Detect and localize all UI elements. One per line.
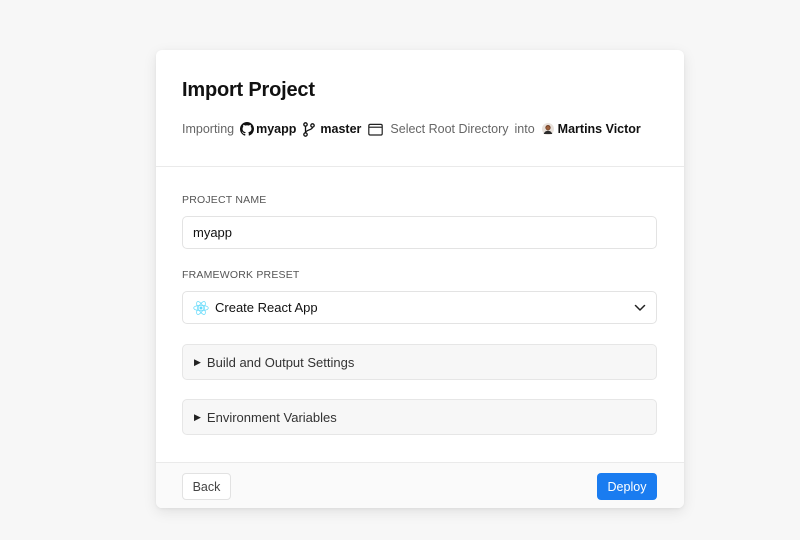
project-name-value: myapp	[193, 225, 233, 240]
importing-prefix: Importing	[182, 122, 235, 136]
triangle-right-icon: ▶	[194, 356, 201, 367]
avatar	[541, 123, 554, 135]
deploy-button[interactable]: Deploy	[597, 473, 657, 500]
github-icon	[240, 122, 255, 136]
dialog-header: Import Project Importing myapp master Se…	[156, 50, 684, 167]
environment-variables-label: Environment Variables	[206, 409, 337, 425]
project-name-label: PROJECT NAME	[182, 194, 267, 206]
environment-variables-toggle[interactable]: ▶ Environment Variables	[182, 399, 657, 435]
chevron-down-icon	[634, 304, 646, 312]
project-name-input[interactable]: myapp	[182, 216, 657, 249]
repo-name[interactable]: myapp	[256, 122, 296, 136]
build-output-settings-label: Build and Output Settings	[206, 354, 355, 370]
react-icon	[193, 300, 209, 316]
dialog-title: Import Project	[182, 79, 315, 101]
folder-icon	[368, 123, 384, 136]
dialog-footer: Back Deploy	[156, 462, 684, 508]
dialog-body: PROJECT NAME myapp FRAMEWORK PRESET Crea…	[156, 167, 684, 462]
branch-name[interactable]: master	[320, 122, 361, 136]
git-branch-icon	[302, 121, 316, 137]
framework-preset-value: Create React App	[215, 300, 318, 315]
framework-preset-select[interactable]: Create React App	[182, 291, 657, 324]
import-summary: Importing myapp master Select Root Direc…	[182, 120, 658, 138]
import-project-dialog: Import Project Importing myapp master Se…	[156, 50, 684, 508]
triangle-right-icon: ▶	[194, 411, 201, 422]
framework-preset-label: FRAMEWORK PRESET	[182, 269, 300, 281]
select-root-directory-link[interactable]: Select Root Directory	[390, 122, 508, 136]
build-output-settings-toggle[interactable]: ▶ Build and Output Settings	[182, 344, 657, 380]
back-button[interactable]: Back	[182, 473, 231, 500]
user-name: Martins Victor	[557, 122, 641, 136]
into-text: into	[514, 122, 535, 136]
